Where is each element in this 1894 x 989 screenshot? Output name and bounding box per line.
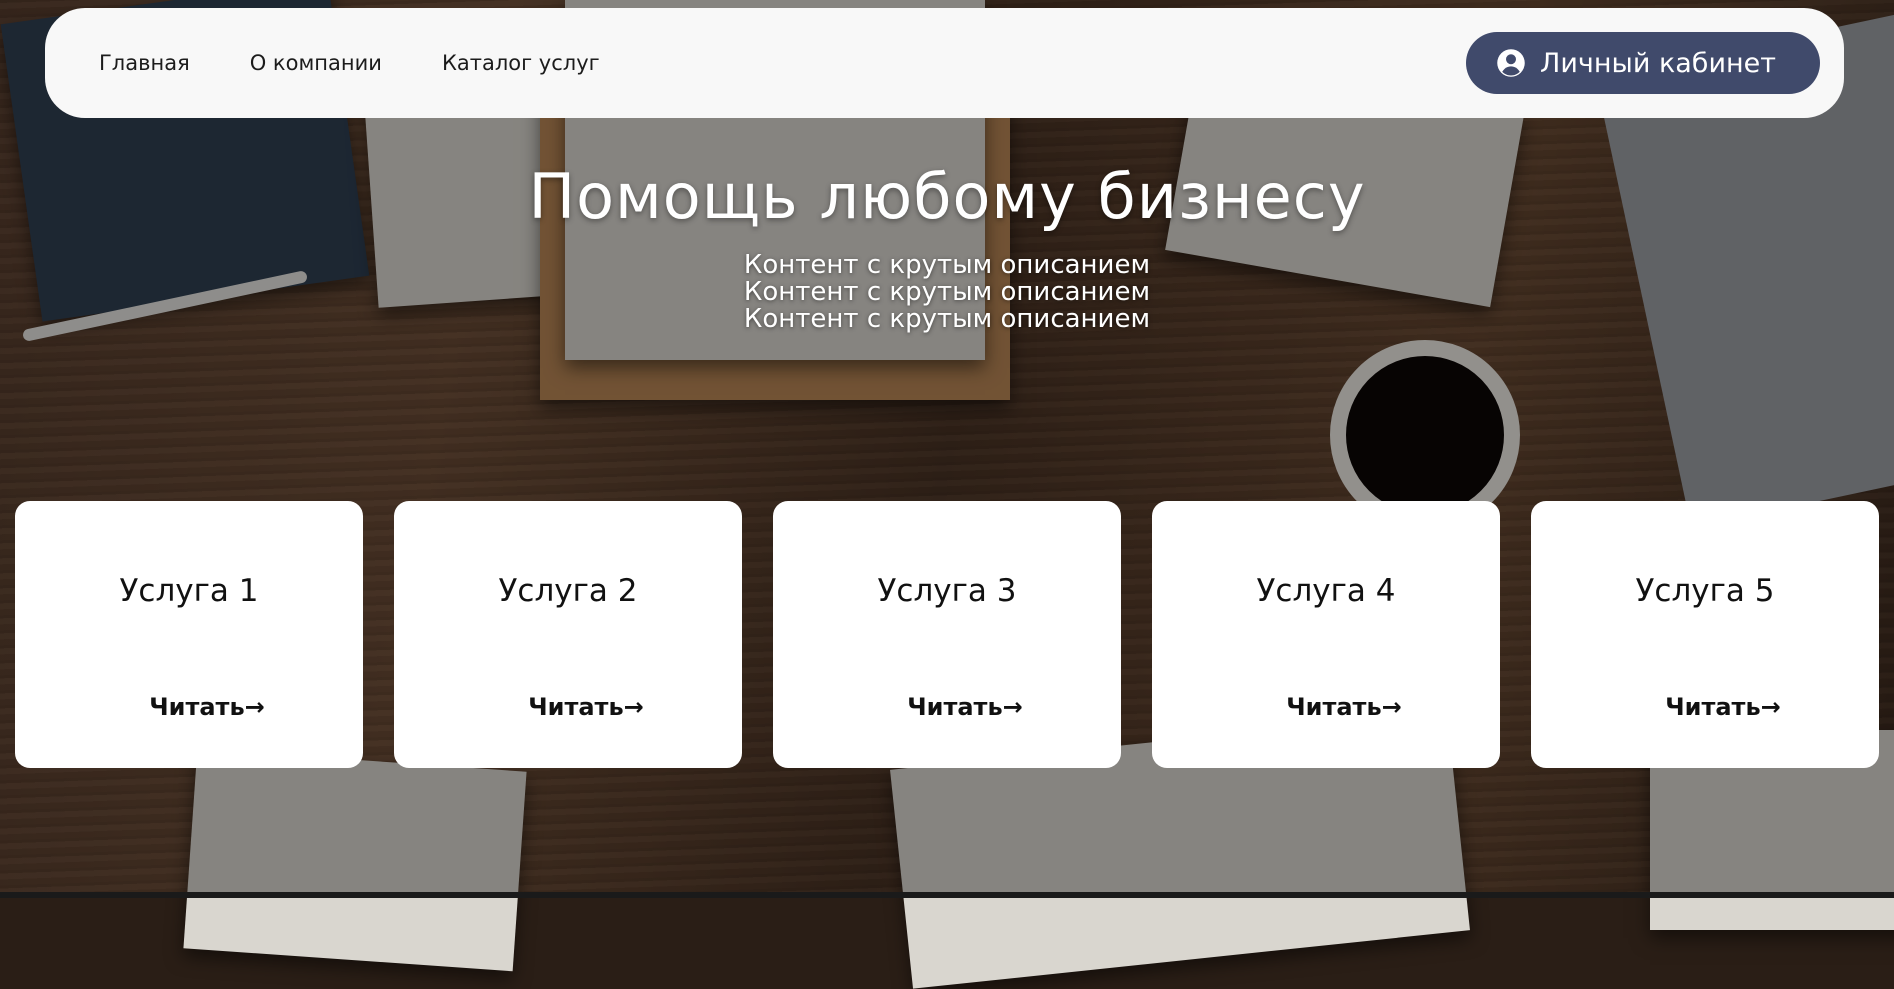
main-nav: Главная О компании Каталог услуг <box>99 51 600 75</box>
read-more-label: Читать <box>1665 693 1761 721</box>
account-button-label: Личный кабинет <box>1540 47 1776 79</box>
service-card: Услуга 3 Читать→ <box>773 501 1121 768</box>
hero-description-line: Контент с крутым описанием <box>743 304 1151 334</box>
nav-link-catalog[interactable]: Каталог услуг <box>442 51 600 75</box>
hero-description-line: Контент с крутым описанием <box>743 277 1151 307</box>
service-card: Услуга 5 Читать→ <box>1531 501 1879 768</box>
service-card-title: Услуга 5 <box>1635 573 1775 609</box>
service-card: Услуга 2 Читать→ <box>394 501 742 768</box>
read-more-link[interactable]: Читать→ <box>15 693 363 721</box>
nav-link-about[interactable]: О компании <box>250 51 382 75</box>
read-more-link[interactable]: Читать→ <box>1531 693 1879 721</box>
arrow-right-icon: → <box>623 693 644 721</box>
top-navigation-bar: Главная О компании Каталог услуг Личный … <box>45 8 1844 118</box>
read-more-link[interactable]: Читать→ <box>394 693 742 721</box>
service-card: Услуга 4 Читать→ <box>1152 501 1500 768</box>
hero-title: Помощь любому бизнесу <box>528 160 1366 233</box>
service-card-title: Услуга 1 <box>119 573 259 609</box>
service-card-title: Услуга 2 <box>498 573 638 609</box>
user-circle-icon <box>1497 49 1525 77</box>
read-more-label: Читать <box>907 693 1003 721</box>
account-button[interactable]: Личный кабинет <box>1466 32 1820 94</box>
read-more-label: Читать <box>528 693 624 721</box>
arrow-right-icon: → <box>1002 693 1023 721</box>
read-more-link[interactable]: Читать→ <box>773 693 1121 721</box>
arrow-right-icon: → <box>244 693 265 721</box>
arrow-right-icon: → <box>1381 693 1402 721</box>
hero-description: Контент с крутым описанием Контент с кру… <box>0 252 1894 333</box>
read-more-label: Читать <box>149 693 245 721</box>
arrow-right-icon: → <box>1760 693 1781 721</box>
service-card-title: Услуга 3 <box>877 573 1017 609</box>
hero-description-line: Контент с крутым описанием <box>743 250 1151 280</box>
read-more-label: Читать <box>1286 693 1382 721</box>
read-more-link[interactable]: Читать→ <box>1152 693 1500 721</box>
services-list: Услуга 1 Читать→ Услуга 2 Читать→ Услуга… <box>15 501 1879 768</box>
service-card: Услуга 1 Читать→ <box>15 501 363 768</box>
service-card-title: Услуга 4 <box>1256 573 1396 609</box>
bottom-edge-strip <box>0 892 1894 898</box>
nav-link-home[interactable]: Главная <box>99 51 190 75</box>
